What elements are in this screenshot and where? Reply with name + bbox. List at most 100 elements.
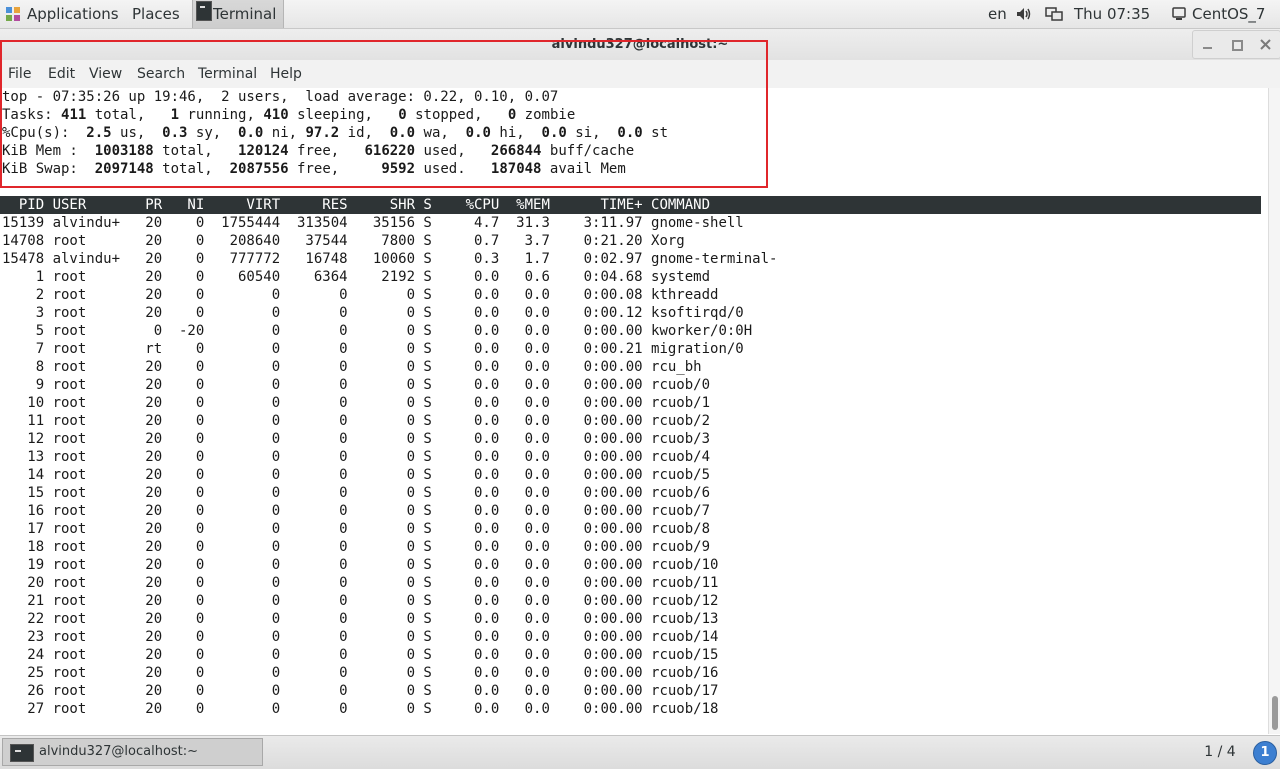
summary-segment: total, xyxy=(153,161,230,177)
summary-segment: 187048 xyxy=(490,161,542,177)
summary-segment: 2097148 xyxy=(94,161,154,177)
summary-segment: us, xyxy=(111,125,163,141)
maximize-button[interactable] xyxy=(1222,31,1251,58)
process-row: 20 root 20 0 0 0 0 S 0.0 0.0 0:00.00 rcu… xyxy=(2,575,719,591)
process-row: 7 root rt 0 0 0 0 S 0.0 0.0 0:00.21 migr… xyxy=(2,341,744,357)
process-table-header: PID USER PR NI VIRT RES SHR S %CPU %MEM … xyxy=(0,196,1261,214)
close-button[interactable] xyxy=(1251,31,1280,58)
header-line: PID USER PR NI VIRT RES SHR S %CPU %MEM … xyxy=(2,197,711,213)
summary-segment: used, xyxy=(415,143,491,159)
process-row: 2 root 20 0 0 0 0 S 0.0 0.0 0:00.08 kthr… xyxy=(2,287,719,303)
clock[interactable]: Thu 07:35 xyxy=(1074,0,1150,28)
summary-line: %Cpu(s): 2.5 us, 0.3 sy, 0.0 ni, 97.2 id… xyxy=(2,124,668,142)
summary-segment: sleeping, xyxy=(288,107,399,123)
maximize-icon xyxy=(1232,40,1243,51)
process-row: 25 root 20 0 0 0 0 S 0.0 0.0 0:00.00 rcu… xyxy=(2,665,719,681)
summary-segment: 120124 xyxy=(238,143,289,159)
terminal-scrollbar[interactable] xyxy=(1268,88,1280,734)
menu-view[interactable]: View xyxy=(89,60,122,88)
process-row: 16 root 20 0 0 0 0 S 0.0 0.0 0:00.00 rcu… xyxy=(2,503,711,519)
window-list-label: alvindu327@localhost:~ xyxy=(39,744,199,759)
summary-segment: 0 xyxy=(398,107,407,123)
process-row: 23 root 20 0 0 0 0 S 0.0 0.0 0:00.00 rcu… xyxy=(2,629,719,645)
minimize-icon xyxy=(1203,47,1212,49)
summary-segment: 0 xyxy=(507,107,517,123)
top-panel: Applications Places Terminal en Thu 07:3… xyxy=(0,0,1280,29)
process-row: 10 root 20 0 0 0 0 S 0.0 0.0 0:00.00 rcu… xyxy=(2,395,711,411)
window-list-item[interactable]: alvindu327@localhost:~ xyxy=(2,738,263,766)
terminal-output[interactable]: top - 07:35:26 up 19:46, 2 users, load a… xyxy=(0,88,1268,734)
menu-file[interactable]: File xyxy=(8,60,31,88)
summary-segment: total, xyxy=(153,143,239,159)
close-icon xyxy=(1260,39,1271,50)
process-row: 1 root 20 0 60540 6364 2192 S 0.0 0.6 0:… xyxy=(2,269,711,285)
summary-segment: 411 xyxy=(61,107,87,123)
process-row: 13 root 20 0 0 0 0 S 0.0 0.0 0:00.00 rcu… xyxy=(2,449,711,465)
summary-segment: 97.2 xyxy=(305,125,340,141)
summary-segment: KiB Mem : xyxy=(2,143,95,159)
user-icon[interactable] xyxy=(1172,7,1186,21)
process-row: 21 root 20 0 0 0 0 S 0.0 0.0 0:00.00 rcu… xyxy=(2,593,719,609)
terminal-taskbar-button[interactable]: Terminal xyxy=(192,0,284,28)
process-row: 24 root 20 0 0 0 0 S 0.0 0.0 0:00.00 rcu… xyxy=(2,647,719,663)
process-row: 17 root 20 0 0 0 0 S 0.0 0.0 0:00.00 rcu… xyxy=(2,521,711,537)
summary-segment: free, xyxy=(288,161,382,177)
summary-segment: id, xyxy=(339,125,390,141)
summary-segment: running, xyxy=(179,107,264,123)
bottom-panel: alvindu327@localhost:~ 1 / 4 1 xyxy=(0,735,1280,769)
summary-segment: 0.0 xyxy=(541,125,567,141)
summary-segment: avail Mem xyxy=(541,161,626,177)
summary-line: KiB Mem : 1003188 total, 120124 free, 61… xyxy=(2,142,634,160)
window-titlebar[interactable]: alvindu327@localhost:~ xyxy=(0,29,1280,60)
summary-segment: 410 xyxy=(263,107,289,123)
menu-terminal[interactable]: Terminal xyxy=(198,60,257,88)
applications-menu[interactable]: Applications xyxy=(27,0,119,28)
summary-segment: 0.0 xyxy=(465,125,491,141)
menu-help[interactable]: Help xyxy=(270,60,302,88)
process-row: 27 root 20 0 0 0 0 S 0.0 0.0 0:00.00 rcu… xyxy=(2,701,719,717)
summary-segment: 9592 xyxy=(381,161,416,177)
menu-edit[interactable]: Edit xyxy=(48,60,75,88)
summary-segment: 1 xyxy=(170,107,180,123)
summary-segment: sy, xyxy=(187,125,239,141)
summary-segment: st xyxy=(642,125,669,141)
summary-segment: zombie xyxy=(516,107,576,123)
process-row: 3 root 20 0 0 0 0 S 0.0 0.0 0:00.12 ksof… xyxy=(2,305,744,321)
process-row: 14708 root 20 0 208640 37544 7800 S 0.7 … xyxy=(2,233,685,249)
network-icon[interactable] xyxy=(1045,6,1063,22)
volume-icon[interactable] xyxy=(1016,7,1032,21)
summary-segment: 2087556 xyxy=(229,161,289,177)
summary-segment: used. xyxy=(415,161,491,177)
user-menu[interactable]: CentOS_7 xyxy=(1192,0,1265,28)
process-row: 19 root 20 0 0 0 0 S 0.0 0.0 0:00.00 rcu… xyxy=(2,557,719,573)
applications-icon xyxy=(6,7,20,21)
scrollbar-thumb[interactable] xyxy=(1272,696,1278,730)
summary-segment: ni, xyxy=(263,125,306,141)
workspace-switcher[interactable]: 1 / 4 xyxy=(1190,736,1250,768)
process-row: 14 root 20 0 0 0 0 S 0.0 0.0 0:00.00 rcu… xyxy=(2,467,711,483)
window-title: alvindu327@localhost:~ xyxy=(551,37,729,52)
summary-segment: total, xyxy=(86,107,171,123)
process-row: 15 root 20 0 0 0 0 S 0.0 0.0 0:00.00 rcu… xyxy=(2,485,711,501)
process-row: 18 root 20 0 0 0 0 S 0.0 0.0 0:00.00 rcu… xyxy=(2,539,711,555)
places-menu[interactable]: Places xyxy=(132,0,180,28)
minimize-button[interactable] xyxy=(1193,31,1222,58)
summary-segment: buff/cache xyxy=(541,143,635,159)
summary-segment: 2.5 xyxy=(86,125,112,141)
summary-segment: 1003188 xyxy=(94,143,154,159)
summary-segment: si, xyxy=(566,125,618,141)
process-row: 22 root 20 0 0 0 0 S 0.0 0.0 0:00.00 rcu… xyxy=(2,611,719,627)
window-controls xyxy=(1192,30,1280,59)
process-row: 11 root 20 0 0 0 0 S 0.0 0.0 0:00.00 rcu… xyxy=(2,413,711,429)
summary-segment: wa, xyxy=(415,125,466,141)
process-row: 12 root 20 0 0 0 0 S 0.0 0.0 0:00.00 rcu… xyxy=(2,431,711,447)
notification-badge[interactable]: 1 xyxy=(1253,741,1277,765)
summary-segment: 0.0 xyxy=(617,125,643,141)
summary-line: top - 07:35:26 up 19:46, 2 users, load a… xyxy=(2,88,558,106)
process-row: 9 root 20 0 0 0 0 S 0.0 0.0 0:00.00 rcuo… xyxy=(2,377,711,393)
summary-segment: %Cpu(s): xyxy=(2,125,87,141)
language-indicator[interactable]: en xyxy=(988,0,1007,28)
menu-search[interactable]: Search xyxy=(137,60,185,88)
summary-segment: Tasks: xyxy=(2,107,62,123)
menu-bar: File Edit View Search Terminal Help xyxy=(0,60,1280,88)
